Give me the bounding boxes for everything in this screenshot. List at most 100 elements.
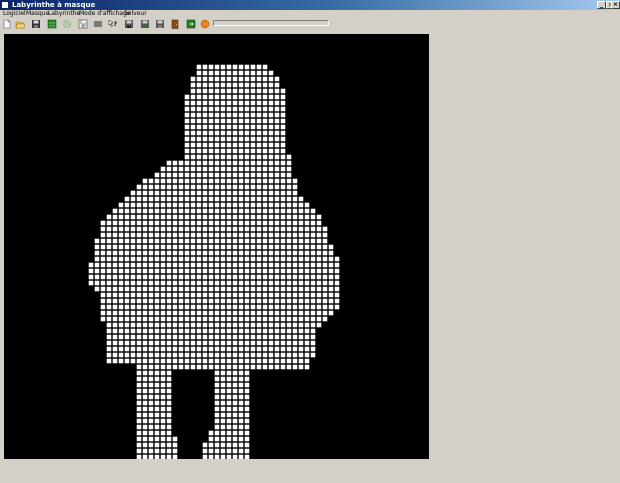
maze-cell (244, 196, 250, 202)
maze-cell (292, 226, 298, 232)
maze-cell (106, 232, 112, 238)
maze-cell (130, 220, 136, 226)
green-grid-icon[interactable] (47, 19, 57, 29)
menu-solveur[interactable]: Solveur (124, 10, 147, 18)
maze-cell (214, 280, 220, 286)
maze-cell (124, 214, 130, 220)
maze-cell (220, 142, 226, 148)
maze-cell (106, 322, 112, 328)
menu-masque[interactable]: Masque (26, 10, 49, 18)
maze-cell (160, 400, 166, 406)
maze-cell (226, 148, 232, 154)
maze-cell (322, 274, 328, 280)
maze-cell (166, 334, 172, 340)
maze-canvas[interactable] (4, 34, 429, 459)
floppy-icon[interactable] (124, 19, 134, 29)
maze-cell (280, 94, 286, 100)
maze-cell (148, 424, 154, 430)
maze-cell (286, 268, 292, 274)
maze-cell (130, 322, 136, 328)
maze-cell (214, 382, 220, 388)
maze-cell (202, 298, 208, 304)
minimize-button[interactable]: _ (597, 1, 606, 9)
menu-logiciel[interactable]: Logiciel (3, 10, 26, 18)
maze-cell (190, 274, 196, 280)
menu-labyrinthe[interactable]: Labyrinthe (48, 10, 80, 18)
maze-cell (178, 358, 184, 364)
maze-cell (274, 142, 280, 148)
maze-cell (232, 436, 238, 442)
maze-cell (298, 214, 304, 220)
maze-cell (262, 328, 268, 334)
maze-cell (268, 112, 274, 118)
maze-cell (262, 238, 268, 244)
maze-cell (136, 334, 142, 340)
menu-mode-affichage[interactable]: Mode d'affichage (79, 10, 130, 18)
maze-cell (244, 160, 250, 166)
gear-icon[interactable] (62, 19, 72, 29)
maze-cell (178, 298, 184, 304)
save-icon[interactable] (31, 19, 41, 29)
maze-cell (208, 142, 214, 148)
maze-cell (214, 376, 220, 382)
maze-cell (130, 250, 136, 256)
maze-cell (286, 166, 292, 172)
door-icon[interactable] (170, 19, 180, 29)
maze-cell (244, 94, 250, 100)
maze-cell (262, 358, 268, 364)
maze-cell (256, 364, 262, 370)
exit-icon[interactable] (186, 19, 196, 29)
maze-cell (226, 124, 232, 130)
maze-cell (280, 238, 286, 244)
maze-cell (280, 328, 286, 334)
maze-cell (160, 340, 166, 346)
maze-cell (226, 76, 232, 82)
maze-cell (112, 334, 118, 340)
maze-cell (166, 442, 172, 448)
maze-cell (214, 412, 220, 418)
maze-cell (148, 346, 154, 352)
maze-cell (148, 184, 154, 190)
maze-cell (280, 292, 286, 298)
maze-cell (244, 130, 250, 136)
maze-cell (142, 280, 148, 286)
maze-icon[interactable] (78, 19, 88, 29)
maze-cell (292, 304, 298, 310)
lines-icon[interactable] (93, 19, 103, 29)
maze-cell (148, 178, 154, 184)
maze-cell (160, 382, 166, 388)
maze-cell (292, 292, 298, 298)
solver-run-icon[interactable] (200, 19, 210, 29)
maze-cell (286, 328, 292, 334)
maze-cell (268, 364, 274, 370)
maze-cell (154, 388, 160, 394)
pointer-help-icon[interactable]: ? (108, 19, 118, 29)
maze-cell (250, 244, 256, 250)
maze-cell (298, 244, 304, 250)
maze-cell (220, 364, 226, 370)
new-file-icon[interactable] (2, 19, 12, 29)
maze-cell (154, 196, 160, 202)
maze-cell (208, 232, 214, 238)
floppy-2-icon[interactable] (140, 19, 150, 29)
maze-cell (214, 364, 220, 370)
maze-cell (226, 430, 232, 436)
maze-cell (238, 418, 244, 424)
maze-cell (166, 250, 172, 256)
open-folder-icon[interactable] (15, 19, 25, 29)
maze-cell (226, 316, 232, 322)
maze-cell (316, 262, 322, 268)
maze-cell (112, 238, 118, 244)
maze-cell (166, 382, 172, 388)
maze-cell (190, 334, 196, 340)
close-button[interactable]: × (611, 1, 620, 9)
maze-cell (310, 256, 316, 262)
maze-cell (142, 340, 148, 346)
maze-cell (130, 208, 136, 214)
maze-cell (112, 244, 118, 250)
floppy-3-icon[interactable] (155, 19, 165, 29)
maze-cell (250, 220, 256, 226)
maze-cell (160, 244, 166, 250)
maze-cell (268, 268, 274, 274)
maze-cell (106, 340, 112, 346)
